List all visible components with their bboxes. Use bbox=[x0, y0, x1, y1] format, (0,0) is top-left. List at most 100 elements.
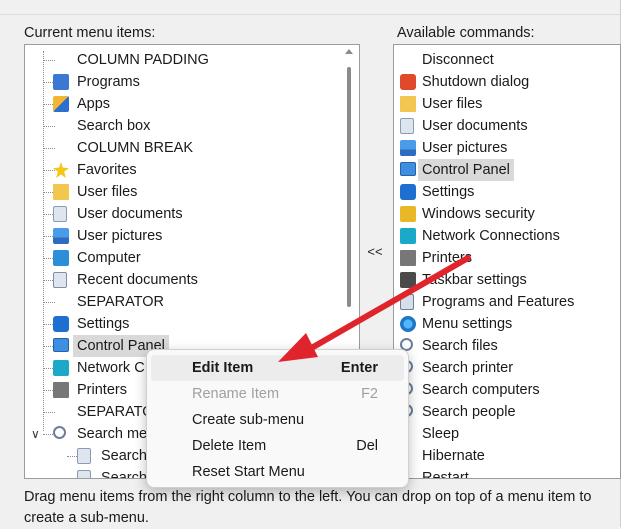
current-menu-item[interactable]: Favorites bbox=[25, 159, 359, 181]
tree-connector bbox=[43, 60, 55, 61]
available-command-item[interactable]: Control Panel bbox=[394, 159, 620, 181]
available-command-item[interactable]: User files bbox=[394, 93, 620, 115]
current-menu-item-label: COLUMN PADDING bbox=[77, 52, 209, 68]
available-command-item[interactable]: Restart bbox=[394, 467, 620, 479]
window-top-edge bbox=[0, 0, 621, 15]
control-panel-icon bbox=[53, 338, 69, 352]
current-menu-item-label: Settings bbox=[77, 316, 130, 332]
current-menu-item-label: Favorites bbox=[77, 162, 137, 178]
current-menu-item-label: Search box bbox=[77, 118, 151, 134]
available-command-item[interactable]: Menu settings bbox=[394, 313, 620, 335]
available-command-item[interactable]: Printers bbox=[394, 247, 620, 269]
current-menu-item[interactable]: User documents bbox=[25, 203, 359, 225]
context-menu-item-edit-item[interactable]: Edit Item Enter bbox=[151, 355, 404, 381]
star-icon bbox=[53, 162, 69, 178]
printer-icon bbox=[53, 382, 69, 398]
available-command-item-label: Taskbar settings bbox=[422, 272, 527, 288]
current-menu-item[interactable]: COLUMN BREAK bbox=[25, 137, 359, 159]
current-menu-caption: Current menu items: bbox=[24, 25, 156, 41]
context-menu-item-reset-start-menu[interactable]: Reset Start Menu bbox=[147, 459, 408, 485]
current-menu-item-label: SEPARATOR bbox=[77, 294, 165, 310]
taskbar-icon bbox=[400, 272, 416, 288]
current-menu-item[interactable]: User pictures bbox=[25, 225, 359, 247]
available-command-item[interactable]: Hibernate bbox=[394, 445, 620, 467]
move-left-button[interactable]: << bbox=[362, 243, 388, 261]
available-commands-caption: Available commands: bbox=[397, 25, 535, 41]
current-menu-item-label: Recent documents bbox=[77, 272, 198, 288]
pictures-icon bbox=[53, 228, 69, 244]
context-menu-item-label: Delete Item bbox=[192, 438, 267, 454]
menu-settings-icon bbox=[400, 316, 416, 332]
context-menu-item-label: Create sub-menu bbox=[192, 412, 305, 428]
available-command-item[interactable]: Settings bbox=[394, 181, 620, 203]
available-command-item[interactable]: Shutdown dialog bbox=[394, 71, 620, 93]
status-text: Drag menu items from the right column to… bbox=[24, 489, 592, 526]
current-menu-item[interactable]: Apps bbox=[25, 93, 359, 115]
available-command-item[interactable]: Network Connections bbox=[394, 225, 620, 247]
available-commands-list[interactable]: Disconnect Shutdown dialog User files User … bbox=[393, 44, 621, 479]
current-menu-item[interactable]: Search box bbox=[25, 115, 359, 137]
tree-connector bbox=[67, 478, 79, 479]
current-menu-item[interactable]: Computer bbox=[25, 247, 359, 269]
current-menu-item[interactable]: Programs bbox=[25, 71, 359, 93]
current-menu-item[interactable]: User files bbox=[25, 181, 359, 203]
folder-icon bbox=[400, 96, 416, 112]
document-icon bbox=[53, 206, 67, 222]
programs-features-icon bbox=[400, 294, 414, 310]
available-command-item[interactable]: Disconnect bbox=[394, 49, 620, 71]
document-icon bbox=[400, 118, 414, 134]
available-command-item[interactable]: Search people bbox=[394, 401, 620, 423]
current-menu-item[interactable]: COLUMN PADDING bbox=[25, 49, 359, 71]
available-command-item-label: Programs and Features bbox=[422, 294, 575, 310]
available-command-item[interactable]: Search computers bbox=[394, 379, 620, 401]
available-command-item[interactable]: Search printer bbox=[394, 357, 620, 379]
available-command-item-label: Search files bbox=[422, 338, 498, 354]
current-menu-item-label: User files bbox=[77, 184, 138, 200]
available-command-item-label: Disconnect bbox=[422, 52, 494, 68]
available-command-item[interactable]: Sleep bbox=[394, 423, 620, 445]
network-icon bbox=[400, 228, 416, 244]
available-command-item[interactable]: Taskbar settings bbox=[394, 269, 620, 291]
available-command-item-label: Control Panel bbox=[418, 159, 514, 181]
available-command-item[interactable]: Programs and Features bbox=[394, 291, 620, 313]
recent-documents-icon bbox=[53, 272, 67, 288]
available-command-item-label: Printers bbox=[422, 250, 472, 266]
context-menu-shortcut: F2 bbox=[361, 386, 378, 402]
current-menu-item-label: COLUMN BREAK bbox=[77, 140, 194, 156]
scroll-up-arrow-icon[interactable] bbox=[345, 49, 353, 54]
current-menu-item-label: Search bbox=[101, 470, 147, 479]
available-command-item[interactable]: Windows security bbox=[394, 203, 620, 225]
available-command-item[interactable]: Search files bbox=[394, 335, 620, 357]
current-menu-item[interactable]: Recent documents bbox=[25, 269, 359, 291]
current-menu-item-label: User pictures bbox=[77, 228, 163, 244]
available-command-item-label: Menu settings bbox=[422, 316, 513, 332]
context-menu-item-delete-item[interactable]: Delete Item Del bbox=[147, 433, 408, 459]
current-menu-item-label: Printers bbox=[77, 382, 127, 398]
available-command-item-label: Search printer bbox=[422, 360, 514, 376]
available-command-item-label: Restart bbox=[422, 470, 469, 479]
shutdown-icon bbox=[400, 74, 416, 90]
printer-icon bbox=[400, 250, 416, 266]
folder-icon bbox=[53, 184, 69, 200]
available-command-item[interactable]: User documents bbox=[394, 115, 620, 137]
context-menu-shortcut: Del bbox=[356, 438, 378, 454]
available-command-item[interactable]: User pictures bbox=[394, 137, 620, 159]
available-command-item-label: Network Connections bbox=[422, 228, 560, 244]
context-menu-item-create-sub-menu[interactable]: Create sub-menu bbox=[147, 407, 408, 433]
available-command-item-label: Sleep bbox=[422, 426, 460, 442]
scrollbar-thumb[interactable] bbox=[347, 67, 351, 307]
context-menu-item-label: Reset Start Menu bbox=[192, 464, 305, 480]
context-menu-item-rename-item: Rename Item F2 bbox=[147, 381, 408, 407]
available-command-item-label: Settings bbox=[422, 184, 475, 200]
tree-connector bbox=[43, 126, 55, 127]
pictures-icon bbox=[400, 140, 416, 156]
current-menu-item-label: Apps bbox=[77, 96, 111, 112]
computer-icon bbox=[53, 250, 69, 266]
tree-connector bbox=[43, 302, 55, 303]
available-command-item-label: User pictures bbox=[422, 140, 508, 156]
collapse-chevron-icon[interactable]: ∨ bbox=[31, 423, 40, 445]
current-menu-item[interactable]: Settings bbox=[25, 313, 359, 335]
available-command-item-label: User documents bbox=[422, 118, 528, 134]
current-menu-item[interactable]: SEPARATOR bbox=[25, 291, 359, 313]
settings-gear-icon bbox=[400, 184, 416, 200]
